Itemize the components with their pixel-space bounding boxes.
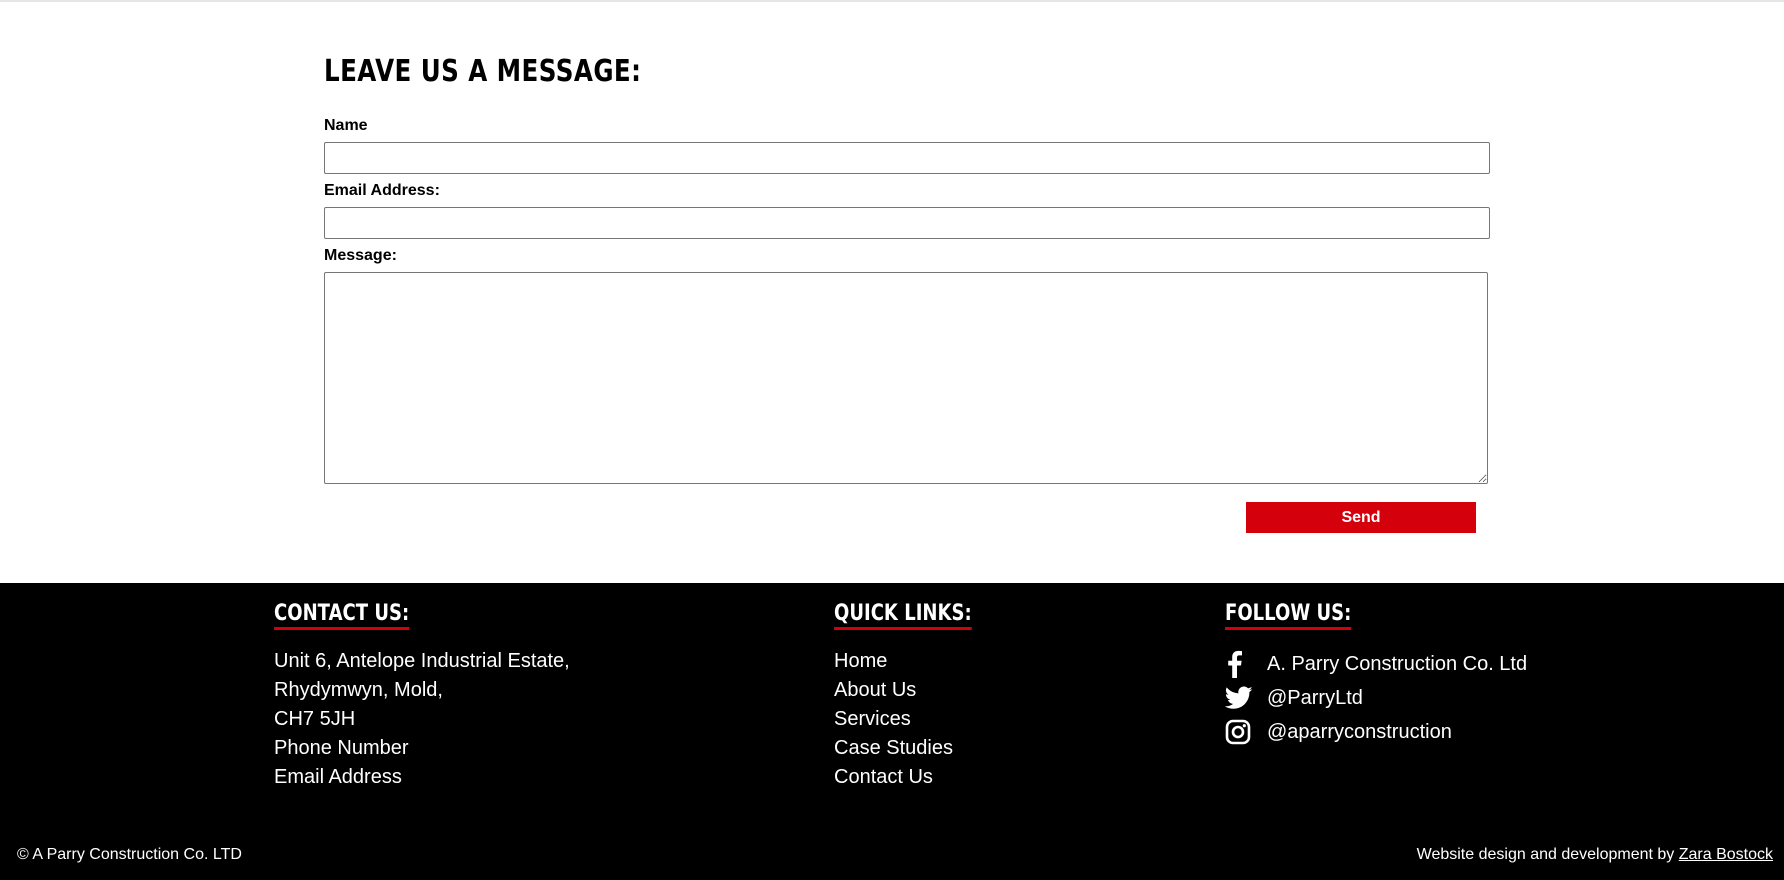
twitter-label: @ParryLtd bbox=[1267, 686, 1363, 709]
social-twitter-link[interactable]: @ParryLtd bbox=[1225, 681, 1527, 715]
address-line-1: Unit 6, Antelope Industrial Estate, bbox=[274, 650, 570, 672]
email-input[interactable] bbox=[324, 207, 1490, 239]
site-footer: CONTACT US: Unit 6, Antelope Industrial … bbox=[0, 583, 1784, 880]
facebook-icon bbox=[1225, 650, 1253, 678]
footer-quick-links-column: QUICK LINKS: Home About Us Services Case… bbox=[834, 601, 1002, 792]
postcode: CH7 5JH bbox=[274, 708, 356, 730]
instagram-label: @aparryconstruction bbox=[1267, 720, 1452, 743]
footer-follow-column: FOLLOW US: A. Parry Construction Co. Ltd… bbox=[1225, 601, 1527, 749]
quick-link-services[interactable]: Services bbox=[834, 705, 1002, 734]
name-input[interactable] bbox=[324, 142, 1490, 174]
quick-link-contact-us[interactable]: Contact Us bbox=[834, 763, 1002, 792]
top-divider bbox=[0, 0, 1784, 2]
send-button[interactable]: Send bbox=[1246, 502, 1476, 533]
quick-links-heading: QUICK LINKS: bbox=[834, 601, 972, 630]
quick-links-list: Home About Us Services Case Studies Cont… bbox=[834, 647, 1002, 792]
follow-heading: FOLLOW US: bbox=[1225, 601, 1352, 630]
email-label: Email Address: bbox=[324, 182, 440, 199]
quick-link-home[interactable]: Home bbox=[834, 647, 1002, 676]
form-title: LEAVE US A MESSAGE: bbox=[324, 54, 642, 89]
credit-prefix: Website design and development by bbox=[1416, 846, 1679, 863]
phone-number[interactable]: Phone Number bbox=[274, 734, 570, 763]
copyright-text: © A Parry Construction Co. LTD bbox=[17, 846, 242, 863]
address-line-2: Rhydymwyn, Mold, bbox=[274, 679, 443, 701]
email-address[interactable]: Email Address bbox=[274, 763, 570, 792]
message-label: Message: bbox=[324, 247, 397, 264]
facebook-label: A. Parry Construction Co. Ltd bbox=[1267, 652, 1528, 675]
social-instagram-link[interactable]: @aparryconstruction bbox=[1225, 715, 1527, 749]
name-label: Name bbox=[324, 117, 368, 134]
social-facebook-link[interactable]: A. Parry Construction Co. Ltd bbox=[1225, 647, 1527, 681]
twitter-icon bbox=[1225, 684, 1253, 712]
social-links: A. Parry Construction Co. Ltd @ParryLtd … bbox=[1225, 647, 1527, 749]
contact-details: Unit 6, Antelope Industrial Estate, Rhyd… bbox=[274, 647, 570, 792]
design-credit: Website design and development by Zara B… bbox=[1417, 846, 1773, 864]
credit-link[interactable]: Zara Bostock bbox=[1679, 846, 1773, 863]
instagram-icon bbox=[1225, 718, 1253, 746]
contact-heading: CONTACT US: bbox=[274, 601, 410, 630]
message-textarea[interactable] bbox=[324, 272, 1488, 484]
contact-form: LEAVE US A MESSAGE: Name Email Address: … bbox=[324, 54, 1492, 533]
footer-contact-column: CONTACT US: Unit 6, Antelope Industrial … bbox=[274, 601, 570, 792]
quick-link-about-us[interactable]: About Us bbox=[834, 676, 1002, 705]
quick-link-case-studies[interactable]: Case Studies bbox=[834, 734, 1002, 763]
